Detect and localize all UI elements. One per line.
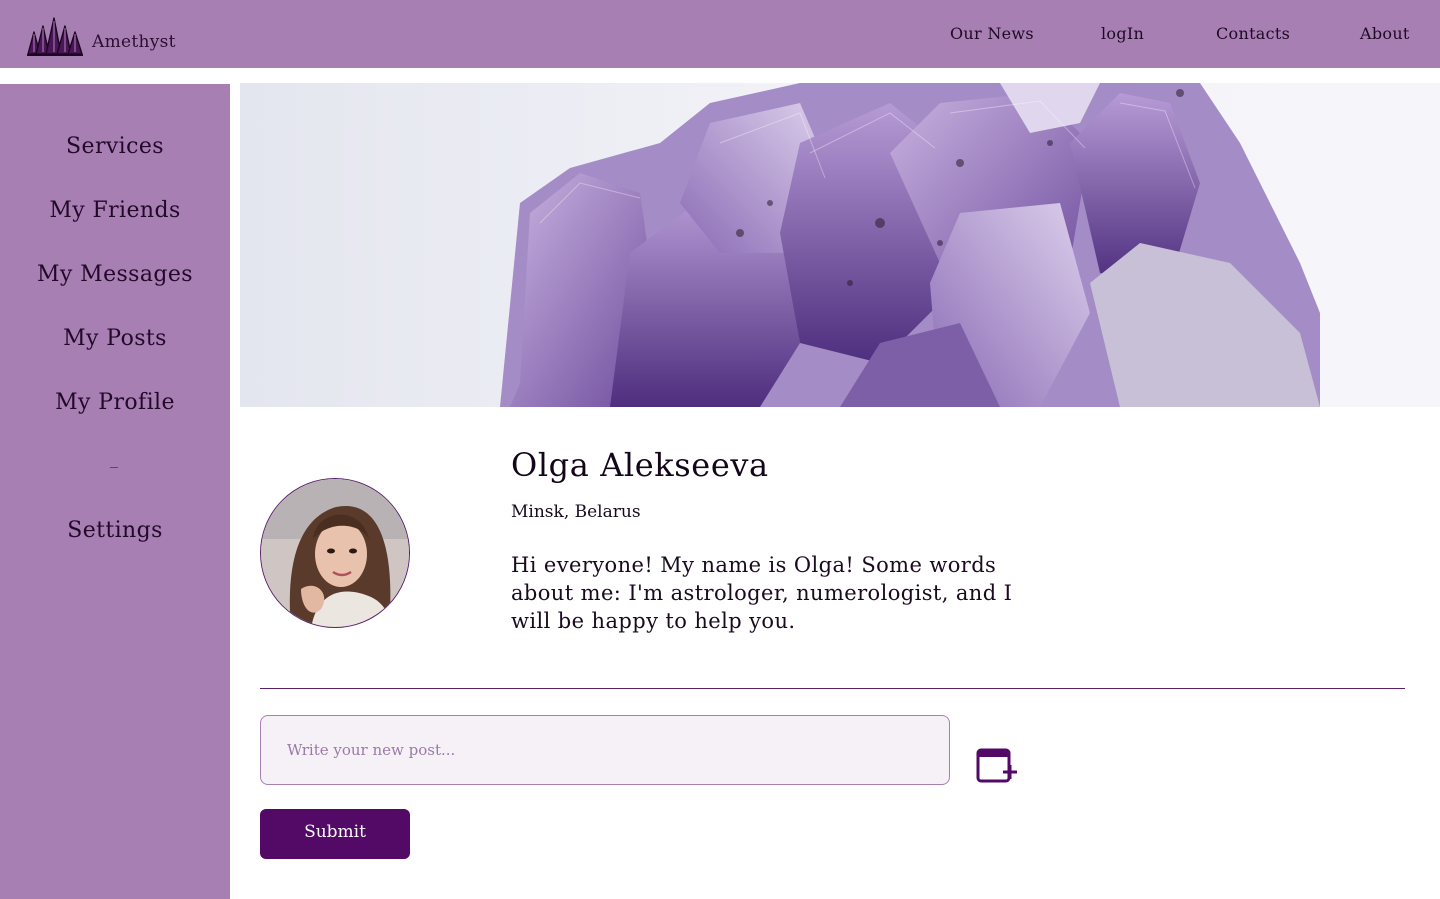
nav-about[interactable]: About <box>1360 24 1410 43</box>
sidebar-item-my-friends[interactable]: My Friends <box>0 198 230 223</box>
top-header: Amethyst Our News logIn Contacts About <box>0 0 1440 68</box>
sidebar-item-my-profile[interactable]: My Profile <box>0 390 230 415</box>
profile-bio: Hi everyone! My name is Olga! Some words… <box>511 553 1013 633</box>
nav-contacts[interactable]: Contacts <box>1216 24 1290 43</box>
profile-location: Minsk, Belarus <box>511 502 641 522</box>
profile-avatar[interactable] <box>260 478 410 628</box>
profile-name: Olga Alekseeva <box>511 446 769 484</box>
sidebar-item-settings[interactable]: Settings <box>0 518 230 543</box>
section-divider <box>260 688 1405 689</box>
nav-login[interactable]: logIn <box>1101 24 1144 43</box>
sidebar-item-my-posts[interactable]: My Posts <box>0 326 230 351</box>
submit-button[interactable]: Submit <box>260 809 410 859</box>
nav-our-news[interactable]: Our News <box>950 24 1034 43</box>
sidebar-item-services[interactable]: Services <box>0 134 230 159</box>
profile-banner-image <box>240 83 1440 407</box>
sidebar-separator <box>110 467 118 468</box>
crystal-crown-icon <box>27 17 83 56</box>
sidebar-item-my-messages[interactable]: My Messages <box>0 262 230 287</box>
brand-name: Amethyst <box>92 32 176 52</box>
sidebar: Services My Friends My Messages My Posts… <box>0 84 230 899</box>
new-post-input[interactable] <box>260 715 950 785</box>
add-window-icon[interactable] <box>975 747 1019 787</box>
brand-logo[interactable]: Amethyst <box>26 14 176 58</box>
